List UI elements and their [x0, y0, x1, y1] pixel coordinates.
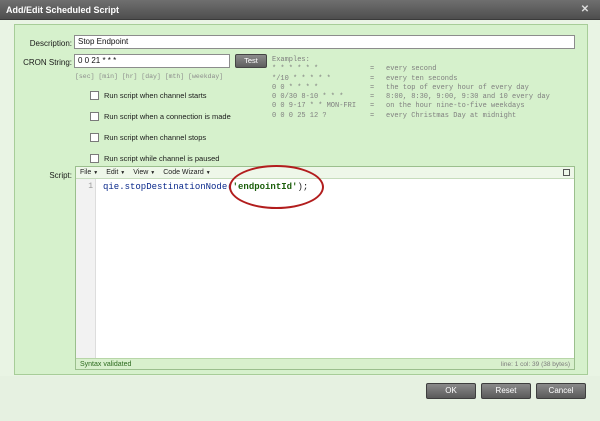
window-title-bar: Add/Edit Scheduled Script ✕ — [0, 0, 600, 20]
checkbox-channel-starts[interactable]: Run script when channel starts — [90, 89, 207, 101]
menu-code-wizard[interactable]: Code Wizard ▼ — [163, 169, 210, 176]
cron-field-hint: [sec] [min] [hr] [day] [mth] [weekday] — [75, 73, 224, 80]
checkbox[interactable] — [90, 111, 99, 121]
example-cron: 0 0/30 8-10 * * * — [272, 93, 344, 102]
checkbox-label: Run script when channel starts — [104, 90, 207, 100]
description-input[interactable]: Stop Endpoint — [74, 35, 575, 49]
checkbox[interactable] — [90, 132, 99, 142]
caret-down-icon: ▼ — [120, 170, 126, 176]
test-button[interactable]: Test — [235, 54, 267, 68]
editor-status-bar: Syntax validated line: 1 col: 39 (38 byt… — [76, 358, 574, 369]
reset-button[interactable]: Reset — [481, 383, 531, 399]
caret-down-icon: ▼ — [205, 170, 211, 176]
menu-view[interactable]: View ▼ — [133, 169, 155, 176]
example-equals: = — [370, 111, 375, 120]
example-cron: 0 0 0 25 12 ? — [272, 111, 327, 120]
example-row: 0 0 0 25 12 ? = every Christmas Day at m… — [272, 112, 550, 121]
editor-menu-bar: File ▼ Edit ▼ View ▼ Code Wizard ▼ — [76, 167, 574, 179]
menu-label: Edit — [106, 169, 119, 176]
example-row: * * * * * * = every second — [272, 65, 550, 74]
example-equals: = — [370, 93, 375, 102]
example-cron: 0 0 * * * * — [272, 83, 319, 92]
checkbox-label: Run script when channel stops — [104, 132, 207, 142]
example-description: on the hour nine-to-five weekdays — [386, 102, 525, 111]
checkbox-connection-made[interactable]: Run script when a connection is made — [90, 110, 231, 122]
example-description: every ten seconds — [386, 74, 458, 83]
cron-input[interactable]: 0 0 21 * * * — [74, 54, 230, 68]
example-equals: = — [370, 65, 375, 74]
example-equals: = — [370, 83, 375, 92]
line-number: 1 — [88, 182, 93, 191]
description-label: Description: — [29, 39, 72, 48]
checkbox-label: Run script when a connection is made — [104, 111, 231, 121]
checkbox-label: Run script while channel is paused — [104, 153, 220, 163]
example-cron: 0 0 9-17 * * MON-FRI — [272, 102, 357, 111]
checkbox-channel-paused[interactable]: Run script while channel is paused — [90, 152, 219, 164]
maximize-icon[interactable] — [563, 169, 570, 176]
checkbox[interactable] — [90, 90, 99, 100]
example-equals: = — [370, 74, 375, 83]
menu-label: View — [133, 169, 149, 176]
line-gutter: 1 — [76, 179, 96, 359]
example-equals: = — [370, 102, 375, 111]
menu-label: Code Wizard — [163, 169, 204, 176]
code-function: qie.stopDestinationNode( — [103, 182, 233, 192]
script-editor[interactable]: File ▼ Edit ▼ View ▼ Code Wizard ▼ 1 qie.sto… — [75, 166, 575, 370]
cursor-position: line: 1 col: 39 (38 bytes) — [500, 360, 570, 368]
examples-title: Examples: — [272, 56, 310, 64]
caret-down-icon: ▼ — [150, 170, 156, 176]
menu-label: File — [80, 169, 92, 176]
highlight-circle-annotation — [229, 165, 324, 209]
example-description: every second — [386, 65, 437, 74]
syntax-status: Syntax validated — [80, 360, 132, 368]
example-description: every Christmas Day at midnight — [386, 111, 517, 120]
cron-label: CRON String: — [23, 58, 72, 67]
window-title: Add/Edit Scheduled Script — [6, 5, 120, 15]
script-label: Script: — [49, 171, 72, 180]
ok-button[interactable]: OK — [426, 383, 476, 399]
checkbox[interactable] — [90, 153, 99, 163]
example-row: 0 0 * * * * = the top of every hour of e… — [272, 84, 550, 93]
example-cron: */10 * * * * * — [272, 74, 331, 83]
example-row: 0 0 9-17 * * MON-FRI = on the hour nine-… — [272, 102, 550, 111]
menu-edit[interactable]: Edit ▼ — [106, 169, 125, 176]
cancel-button[interactable]: Cancel — [536, 383, 586, 399]
cron-examples: Examples: * * * * * * = every second */1… — [272, 56, 550, 121]
menu-file[interactable]: File ▼ — [80, 169, 98, 176]
example-cron: * * * * * * — [272, 65, 319, 74]
example-description: the top of every hour of every day — [386, 83, 529, 92]
example-description: 8:00, 8:30, 9:00, 9:30 and 10 every day — [386, 93, 550, 102]
example-row: 0 0/30 8-10 * * * = 8:00, 8:30, 9:00, 9:… — [272, 93, 550, 102]
example-row: */10 * * * * * = every ten seconds — [272, 75, 550, 84]
checkbox-channel-stops[interactable]: Run script when channel stops — [90, 131, 206, 143]
close-icon[interactable]: ✕ — [580, 5, 590, 15]
caret-down-icon: ▼ — [93, 170, 99, 176]
